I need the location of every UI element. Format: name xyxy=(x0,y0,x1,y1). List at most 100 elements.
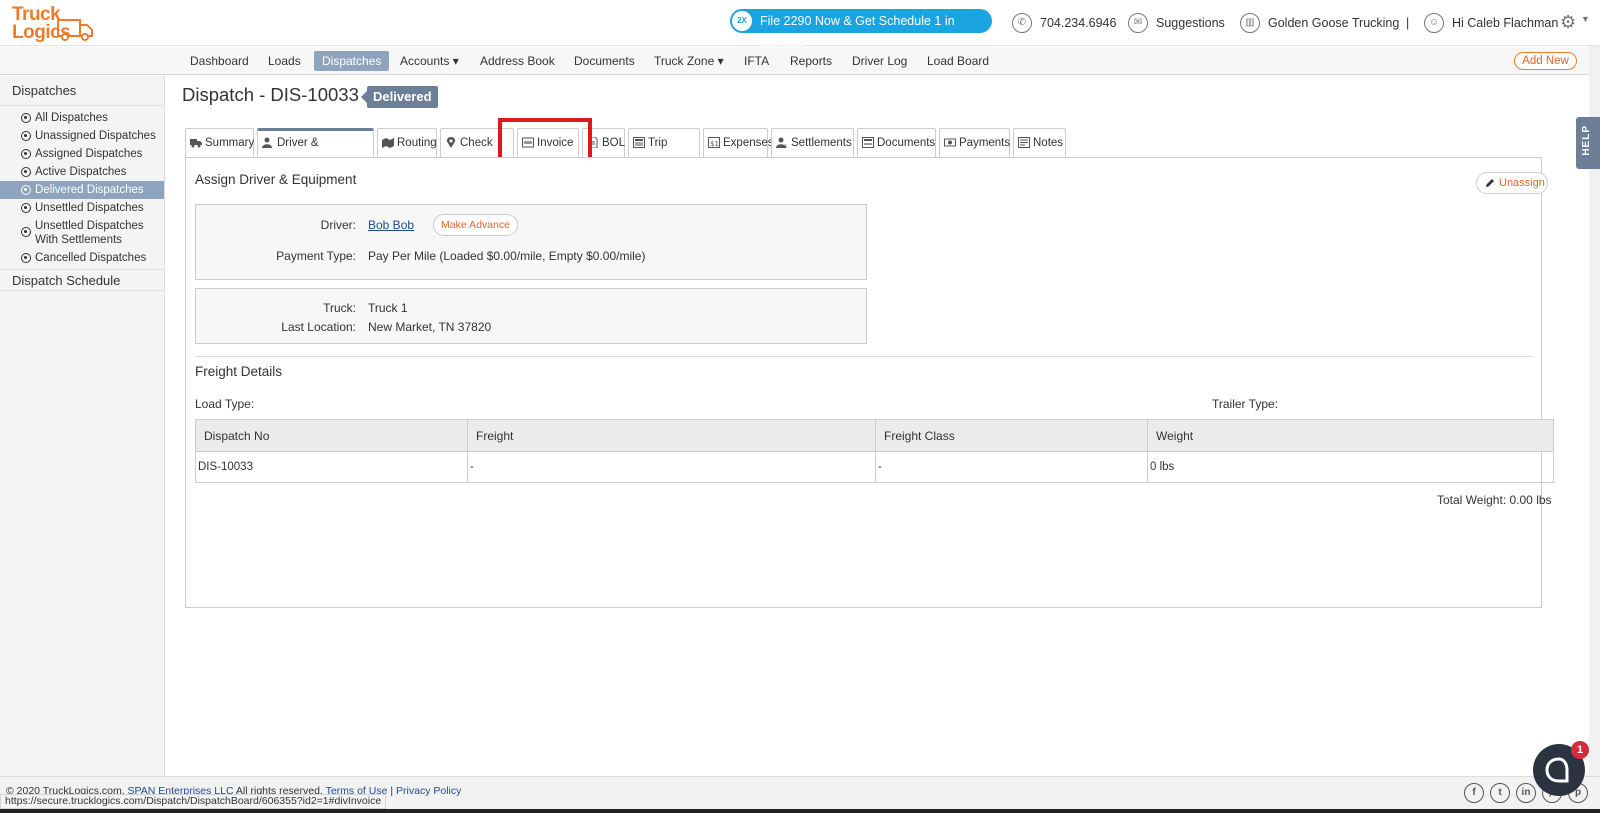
sidebar-dispatch-schedule[interactable]: Dispatch Schedule xyxy=(0,269,164,291)
freight-details-title: Freight Details xyxy=(195,364,283,379)
privacy-link[interactable]: Privacy Policy xyxy=(396,785,461,797)
nav-documents[interactable]: Documents xyxy=(566,51,643,71)
driver-name[interactable]: Bob Bob xyxy=(368,218,414,232)
nav-dispatches[interactable]: Dispatches xyxy=(314,51,390,71)
make-advance-button[interactable]: Make Advance xyxy=(433,214,518,236)
phone-number: 704.234.6946 xyxy=(1040,16,1117,30)
tab-invoice[interactable]: Invoice xyxy=(517,128,579,157)
driver-link[interactable]: Bob Bob xyxy=(368,218,414,232)
sidebar-item-cancelled[interactable]: Cancelled Dispatches xyxy=(0,249,164,267)
payment-type-value: Pay Per Mile (Loaded $0.00/mile, Empty $… xyxy=(368,249,646,263)
sidebar-heading[interactable]: Dispatches xyxy=(0,76,164,106)
nav-reports[interactable]: Reports xyxy=(782,51,840,71)
sidebar-item-assigned[interactable]: Assigned Dispatches xyxy=(0,145,164,163)
promo-2290-button[interactable]: 2X File 2290 Now & Get Schedule 1 in Min… xyxy=(730,9,992,52)
load-type-label: Load Type: xyxy=(195,397,255,411)
footer-separator: | xyxy=(390,785,394,797)
truck-icon xyxy=(190,139,202,148)
nav-driver-log[interactable]: Driver Log xyxy=(844,51,915,71)
trailer-type-label: Trailer Type: xyxy=(1212,397,1279,411)
dispatch-sidebar: Dispatches All Dispatches Unassigned Dis… xyxy=(0,76,165,776)
sidebar-item-all[interactable]: All Dispatches xyxy=(0,109,164,127)
nav-load-board[interactable]: Load Board xyxy=(919,51,997,71)
sidebar-item-label: Cancelled Dispatches xyxy=(35,252,147,264)
company-link[interactable]: ▥ Golden Goose Trucking xyxy=(1240,12,1399,34)
tab-trip-sheet[interactable]: Trip Sheet xyxy=(628,128,700,177)
radio-icon xyxy=(21,113,31,123)
user-icon: ☺ xyxy=(1424,13,1444,33)
document-icon xyxy=(588,137,598,148)
pencil-icon xyxy=(1486,179,1494,187)
trucklogics-logo[interactable]: Truck Logics xyxy=(8,4,93,44)
help-tab[interactable]: HELP xyxy=(1576,117,1600,169)
sidebar-item-unassigned[interactable]: Unassigned Dispatches xyxy=(0,127,164,145)
svg-text:$1: $1 xyxy=(710,140,719,148)
tab-settlements[interactable]: $ Settlements xyxy=(771,128,854,157)
table-row: DIS-10033 - - 0 lbs xyxy=(195,451,1554,483)
truck-value: Truck 1 xyxy=(368,301,408,315)
tab-check-call[interactable]: Check Call xyxy=(440,128,514,177)
truck-label: Truck: xyxy=(323,301,356,315)
chat-notification-badge: 1 xyxy=(1571,741,1589,759)
col-freight-class: Freight Class xyxy=(875,419,1148,452)
cell-weight: 0 lbs xyxy=(1147,451,1554,483)
page-title: Dispatch - DIS-10033 xyxy=(182,84,359,105)
freight-table: Dispatch No Freight Freight Class Weight… xyxy=(195,419,1554,483)
driver-box: Driver: Bob Bob Make Advance Payment Typ… xyxy=(195,204,867,280)
tab-label: Payments xyxy=(959,137,1011,149)
tab-expenses[interactable]: $1 Expenses xyxy=(703,128,774,157)
col-weight: Weight xyxy=(1147,419,1554,452)
nav-dashboard[interactable]: Dashboard xyxy=(182,51,257,71)
header-separator: | xyxy=(1406,16,1410,30)
tab-routing[interactable]: Routing xyxy=(377,128,437,157)
sidebar-item-unsettled-settlements[interactable]: Unsettled Dispatches With Settlements xyxy=(0,217,164,249)
facebook-icon[interactable]: f xyxy=(1464,783,1484,803)
form-2290-icon: 2X xyxy=(732,11,752,31)
sheet-icon xyxy=(633,137,645,148)
total-weight-value: 0.00 lbs xyxy=(1509,493,1552,507)
cell-freight: - xyxy=(467,451,876,483)
tab-label: BOL xyxy=(602,137,626,149)
mail-icon: ✉ xyxy=(1128,13,1148,33)
driver-icon xyxy=(262,137,272,148)
tab-documents[interactable]: Documents xyxy=(857,128,936,157)
phone-icon: ✆ xyxy=(1012,13,1032,33)
gear-icon[interactable]: ⚙ xyxy=(1560,12,1576,32)
radio-icon xyxy=(21,253,31,263)
tab-notes[interactable]: Notes xyxy=(1013,128,1066,157)
sidebar-item-label: Unsettled Dispatches With Settlements xyxy=(35,220,144,246)
nav-address-book[interactable]: Address Book xyxy=(472,51,563,71)
sidebar-item-unsettled[interactable]: Unsettled Dispatches xyxy=(0,199,164,217)
tab-label: Invoice xyxy=(537,137,574,149)
building-icon: ▥ xyxy=(1240,13,1260,33)
tab-summary[interactable]: Summary xyxy=(185,128,254,157)
suggestions-link[interactable]: ✉ Suggestions xyxy=(1128,12,1225,34)
nav-truck-zone[interactable]: Truck Zone ▾ xyxy=(646,51,732,71)
truck-box: Truck: Truck 1 Last Location: New Market… xyxy=(195,288,867,344)
chevron-down-icon[interactable]: ▼ xyxy=(1581,14,1590,24)
unassign-button[interactable]: Unassign xyxy=(1476,172,1548,194)
tab-label: Settlements xyxy=(791,137,852,149)
truck-logo-icon xyxy=(57,19,93,41)
nav-accounts[interactable]: Accounts ▾ xyxy=(392,51,467,71)
sidebar-item-label: Unassigned Dispatches xyxy=(35,130,156,142)
add-new-button[interactable]: Add New xyxy=(1514,52,1577,70)
user-greeting: Hi Caleb Flachman xyxy=(1452,16,1559,30)
logo-line-1: Truck xyxy=(12,4,61,25)
sidebar-item-active[interactable]: Active Dispatches xyxy=(0,163,164,181)
tab-driver-equipment[interactable]: Driver & Equipment xyxy=(257,128,374,173)
browser-status-url: https://secure.trucklogics.com/Dispatch/… xyxy=(0,794,387,809)
tab-label: Routing xyxy=(397,137,437,149)
user-menu[interactable]: ☺ Hi Caleb Flachman xyxy=(1424,12,1558,34)
nav-loads[interactable]: Loads xyxy=(260,51,309,71)
tab-payments[interactable]: Payments xyxy=(939,128,1010,157)
phone-link[interactable]: ✆ 704.234.6946 xyxy=(1012,12,1116,34)
company-name: Golden Goose Trucking xyxy=(1268,16,1400,30)
tab-bol[interactable]: BOL xyxy=(582,128,625,157)
twitter-icon[interactable]: t xyxy=(1490,783,1510,803)
tab-label: Notes xyxy=(1033,137,1064,149)
nav-ifta[interactable]: IFTA xyxy=(736,51,777,71)
cell-dispatch-no: DIS-10033 xyxy=(195,451,468,483)
sidebar-item-delivered[interactable]: Delivered Dispatches xyxy=(0,181,164,199)
svg-text:$: $ xyxy=(784,144,787,148)
